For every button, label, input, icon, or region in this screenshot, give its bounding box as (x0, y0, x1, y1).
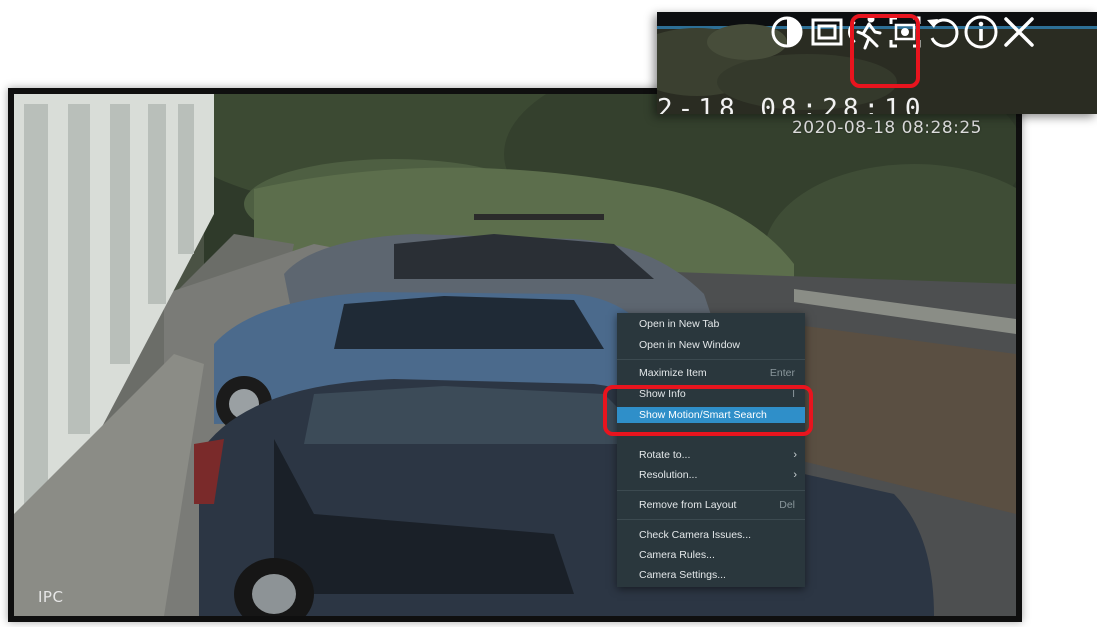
menu-separator (617, 359, 805, 360)
menu-item-camera-rules[interactable]: Camera Rules... (617, 547, 805, 563)
menu-item-label: Camera Rules... (639, 549, 715, 561)
camera-name-label: IPC (38, 588, 64, 606)
menu-item-camera-settings[interactable]: Camera Settings... (617, 567, 805, 583)
camera-timestamp: 2020-08-18 08:28:25 (791, 118, 982, 138)
menu-item-label: Rotate to... (639, 449, 691, 461)
menu-item-shortcut: Enter (769, 367, 795, 379)
menu-item-label: Resolution... (639, 469, 698, 481)
menu-item-maximize[interactable]: Maximize Item Enter (617, 365, 805, 381)
toolbar-highlight-annotation (850, 14, 920, 88)
menu-item-resolution[interactable]: Resolution... › (617, 467, 805, 483)
close-icon[interactable] (999, 12, 1039, 52)
menu-item-label: Open in New Tab (639, 318, 720, 330)
menu-item-check-camera-issues[interactable]: Check Camera Issues... (617, 527, 805, 543)
menu-item-label: Camera Settings... (639, 569, 726, 581)
menu-item-label: Check Camera Issues... (639, 529, 752, 541)
menu-item-open-new-window[interactable]: Open in New Window (617, 337, 805, 353)
menu-highlight-annotation (603, 385, 813, 436)
menu-item-open-new-tab[interactable]: Open in New Tab (617, 316, 805, 332)
menu-item-rotate-to[interactable]: Rotate to... › (617, 447, 805, 463)
rotate-icon[interactable] (923, 12, 963, 52)
submenu-arrow-icon: › (793, 469, 797, 481)
menu-item-remove-from-layout[interactable]: Remove from Layout Del (617, 497, 805, 513)
info-icon[interactable] (961, 12, 1001, 52)
menu-item-shortcut: Del (779, 499, 795, 511)
context-menu: Open in New Tab Open in New Window Maxim… (617, 313, 805, 587)
menu-item-label: Open in New Window (639, 339, 740, 351)
partial-timestamp: 2-18 08:28:10 (657, 94, 926, 114)
menu-item-label: Maximize Item (639, 367, 707, 379)
menu-separator (617, 519, 805, 520)
menu-item-label: Remove from Layout (639, 499, 737, 511)
camera-video[interactable]: 2020-08-18 08:28:25 IPC (14, 94, 1016, 616)
contrast-icon[interactable] (767, 12, 807, 52)
submenu-arrow-icon: › (793, 449, 797, 461)
camera-frame: 2020-08-18 08:28:25 IPC (8, 88, 1022, 622)
fit-frame-icon[interactable] (807, 12, 847, 52)
camera-scene (14, 94, 1016, 616)
menu-separator (617, 490, 805, 491)
